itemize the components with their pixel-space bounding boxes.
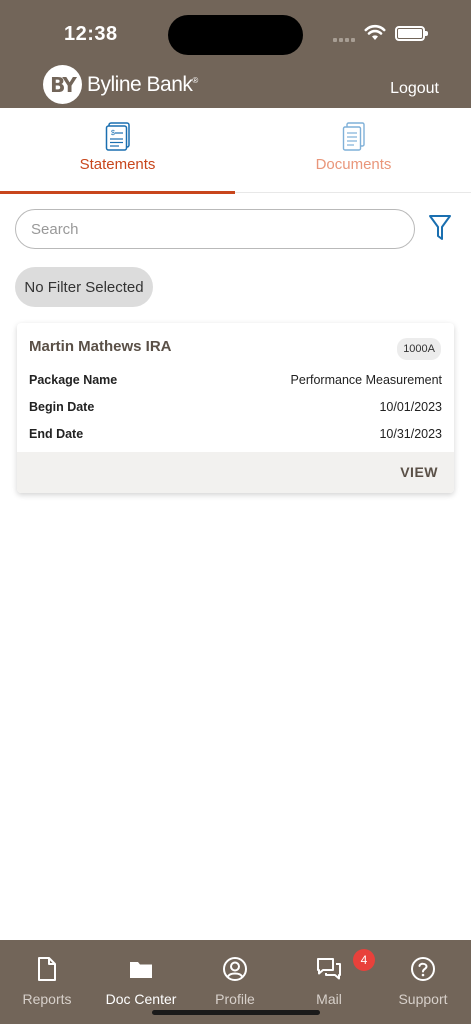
- view-button[interactable]: VIEW: [400, 464, 438, 480]
- row-label: Package Name: [29, 373, 118, 387]
- card-row-end-date: End Date 10/31/2023: [29, 427, 442, 441]
- search-input[interactable]: Search: [15, 209, 415, 249]
- statement-card[interactable]: Martin Mathews IRA 1000A Package Name Pe…: [17, 323, 454, 493]
- tab-documents[interactable]: Documents: [236, 108, 471, 193]
- battery-icon: [395, 26, 428, 41]
- nav-label-support: Support: [398, 991, 448, 1007]
- wifi-icon: [364, 24, 386, 40]
- row-value: 10/31/2023: [379, 427, 442, 441]
- status-time: 12:38: [64, 23, 118, 45]
- account-name: Martin Mathews IRA: [29, 338, 172, 355]
- chat-icon: [317, 958, 341, 980]
- nav-item-reports[interactable]: Reports: [0, 956, 94, 1007]
- active-tab-indicator: [0, 191, 235, 194]
- nav-item-profile[interactable]: Profile: [188, 956, 282, 1007]
- nav-label-reports: Reports: [22, 991, 72, 1007]
- nav-item-doc-center[interactable]: Doc Center: [94, 956, 188, 1007]
- tab-documents-label: Documents: [315, 156, 392, 173]
- signal-icon: [333, 38, 355, 42]
- help-circle-icon: [411, 957, 435, 981]
- app-header: 12:38 BY Byline Bank® Logout: [0, 0, 471, 108]
- row-value: Performance Measurement: [290, 373, 442, 387]
- statement-icon: $: [105, 122, 130, 151]
- brand-logo: BY Byline Bank®: [43, 65, 198, 104]
- logout-button[interactable]: Logout: [390, 80, 439, 98]
- mail-count-badge: 4: [353, 949, 375, 971]
- nav-label-mail: Mail: [316, 991, 342, 1007]
- card-row-begin-date: Begin Date 10/01/2023: [29, 400, 442, 414]
- documents-icon: [342, 122, 365, 151]
- tab-statements[interactable]: $ Statements: [0, 108, 235, 194]
- nav-item-support[interactable]: Support: [376, 956, 470, 1007]
- doc-tabs: $ Statements Documents: [0, 108, 471, 194]
- dynamic-island: [168, 15, 303, 55]
- row-value: 10/01/2023: [379, 400, 442, 414]
- nav-label-doc-center: Doc Center: [105, 991, 177, 1007]
- home-indicator: [152, 1010, 320, 1015]
- row-label: Begin Date: [29, 400, 95, 414]
- card-footer: VIEW: [17, 452, 454, 493]
- filter-chip[interactable]: No Filter Selected: [15, 267, 153, 307]
- svg-text:$: $: [111, 130, 115, 137]
- card-row-package: Package Name Performance Measurement: [29, 373, 442, 387]
- user-circle-icon: [223, 957, 247, 981]
- folder-icon: [130, 962, 152, 978]
- brand-mark: BY: [43, 65, 82, 104]
- brand-name: Byline Bank: [87, 72, 193, 96]
- tab-statements-label: Statements: [79, 156, 156, 173]
- row-label: End Date: [29, 427, 84, 441]
- document-icon: [38, 957, 56, 981]
- filter-icon[interactable]: [428, 214, 452, 242]
- nav-label-profile: Profile: [215, 991, 255, 1007]
- account-badge: 1000A: [397, 338, 441, 360]
